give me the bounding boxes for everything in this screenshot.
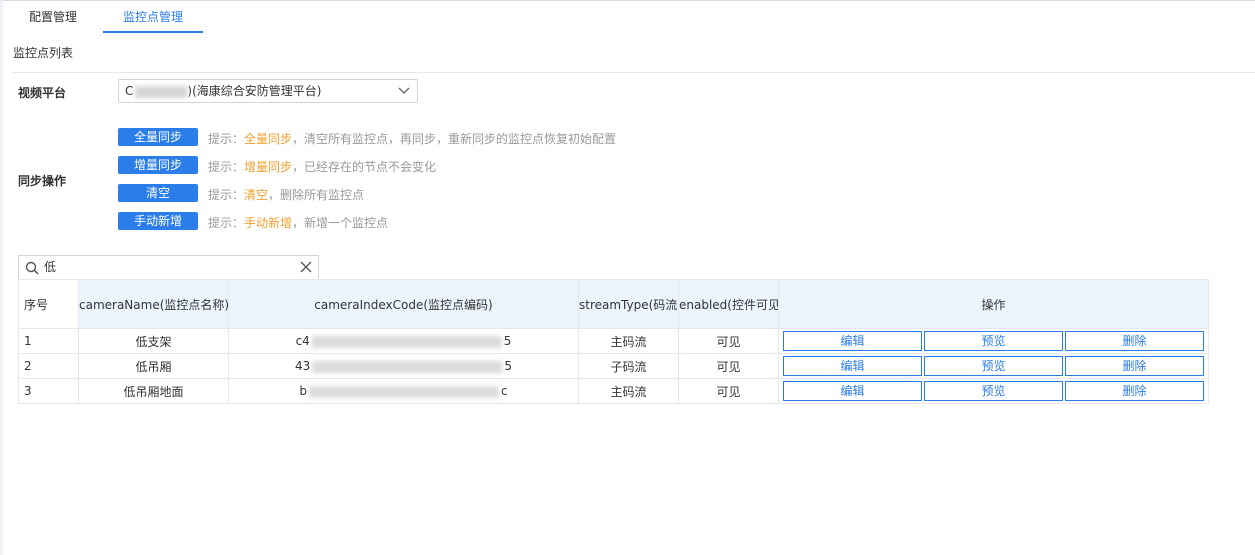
preview-button[interactable]: 预览 xyxy=(924,331,1063,351)
delete-button[interactable]: 删除 xyxy=(1065,381,1204,401)
header-camera-name: cameraName(监控点名称) xyxy=(78,279,229,329)
section-divider xyxy=(13,72,1255,73)
monitor-point-table: 序号 cameraName(监控点名称) cameraIndexCode(监控点… xyxy=(18,279,1209,404)
table-row: 2 低吊厢 43 5 子码流 可见 编辑 预览 删除 xyxy=(18,353,1209,379)
sync-label: 同步操作 xyxy=(18,174,67,188)
delete-button[interactable]: 删除 xyxy=(1065,331,1204,351)
row-enabled: 可见 xyxy=(678,328,779,354)
row-camera-code: 43 5 xyxy=(228,353,579,379)
full-sync-button[interactable]: 全量同步 xyxy=(118,128,198,146)
edit-button[interactable]: 编辑 xyxy=(783,331,922,351)
incremental-sync-button[interactable]: 增量同步 xyxy=(118,156,198,174)
platform-label: 视频平台 xyxy=(18,86,67,100)
tab-bar: 配置管理 监控点管理 xyxy=(0,2,1255,33)
row-camera-name: 低吊厢地面 xyxy=(78,378,229,404)
search-icon xyxy=(25,261,39,275)
row-camera-code: bc xyxy=(228,378,579,404)
header-stream-type: streamType(码流) xyxy=(578,279,679,329)
chevron-down-icon xyxy=(398,87,410,94)
redacted-text xyxy=(309,385,499,398)
row-camera-name: 低吊厢 xyxy=(78,353,229,379)
incremental-sync-hint: 提示：增量同步，已经存在的节点不会变化 xyxy=(208,160,437,174)
row-index: 3 xyxy=(18,378,79,404)
header-actions: 操作 xyxy=(778,279,1209,329)
edit-button[interactable]: 编辑 xyxy=(783,381,922,401)
search-value: 低 xyxy=(44,260,57,274)
manual-add-button[interactable]: 手动新增 xyxy=(118,212,198,230)
row-actions: 编辑 预览 删除 xyxy=(778,328,1209,354)
section-title: 监控点列表 xyxy=(13,46,74,60)
row-index: 1 xyxy=(18,328,79,354)
tab-monitor-point-management[interactable]: 监控点管理 xyxy=(103,2,203,33)
top-border xyxy=(0,0,1255,1)
redacted-text xyxy=(311,335,502,348)
close-icon[interactable] xyxy=(300,261,312,273)
preview-button[interactable]: 预览 xyxy=(924,356,1063,376)
row-enabled: 可见 xyxy=(678,353,779,379)
left-border xyxy=(0,0,3,555)
row-enabled: 可见 xyxy=(678,378,779,404)
table-row: 1 低支架 c4 5 主码流 可见 编辑 预览 删除 xyxy=(18,328,1209,354)
row-stream-type: 主码流 xyxy=(578,378,679,404)
search-input[interactable]: 低 xyxy=(18,255,319,280)
row-actions: 编辑 预览 删除 xyxy=(778,353,1209,379)
redacted-text xyxy=(135,85,188,98)
row-index: 2 xyxy=(18,353,79,379)
header-camera-index-code: cameraIndexCode(监控点编码) xyxy=(228,279,579,329)
edit-button[interactable]: 编辑 xyxy=(783,356,922,376)
tab-config-management[interactable]: 配置管理 xyxy=(14,2,92,33)
redacted-text xyxy=(312,360,503,373)
row-camera-name: 低支架 xyxy=(78,328,229,354)
platform-select[interactable]: C)(海康综合安防管理平台) xyxy=(118,79,418,103)
delete-button[interactable]: 删除 xyxy=(1065,356,1204,376)
table-header-row: 序号 cameraName(监控点名称) cameraIndexCode(监控点… xyxy=(18,279,1209,329)
table-row: 3 低吊厢地面 bc 主码流 可见 编辑 预览 删除 xyxy=(18,378,1209,404)
row-actions: 编辑 预览 删除 xyxy=(778,378,1209,404)
row-stream-type: 子码流 xyxy=(578,353,679,379)
row-camera-code: c4 5 xyxy=(228,328,579,354)
preview-button[interactable]: 预览 xyxy=(924,381,1063,401)
clear-hint: 提示：清空，删除所有监控点 xyxy=(208,188,365,202)
header-enabled: enabled(控件可见) xyxy=(678,279,779,329)
platform-select-value: C)(海康综合安防管理平台) xyxy=(125,84,322,98)
manual-add-hint: 提示：手动新增，新增一个监控点 xyxy=(208,216,389,230)
row-stream-type: 主码流 xyxy=(578,328,679,354)
clear-button[interactable]: 清空 xyxy=(118,184,198,202)
full-sync-hint: 提示：全量同步，清空所有监控点，再同步，重新同步的监控点恢复初始配置 xyxy=(208,132,617,146)
header-index: 序号 xyxy=(18,279,79,329)
